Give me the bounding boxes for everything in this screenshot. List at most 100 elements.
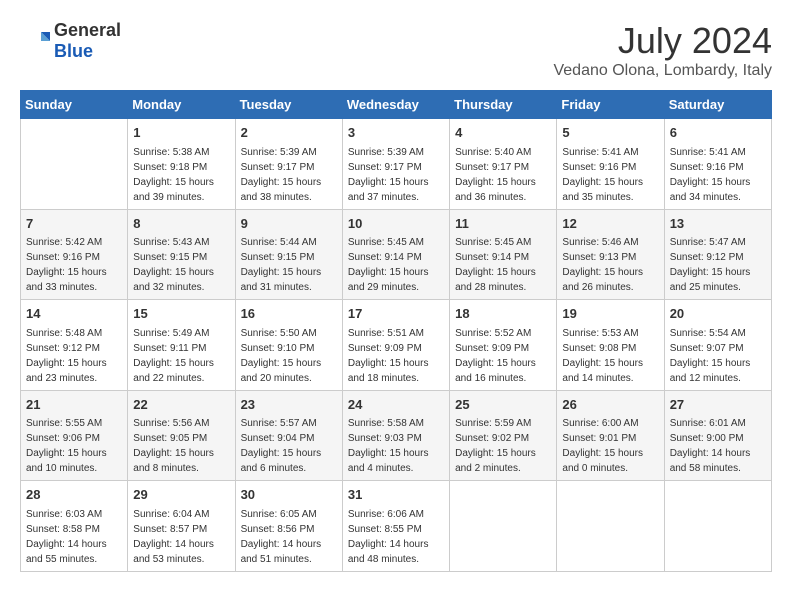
calendar-cell: 29Sunrise: 6:04 AMSunset: 8:57 PMDayligh…	[128, 481, 235, 572]
day-number: 10	[348, 214, 444, 234]
calendar-cell	[664, 481, 771, 572]
day-info: Sunrise: 5:45 AMSunset: 9:14 PMDaylight:…	[348, 235, 444, 295]
column-header-thursday: Thursday	[450, 91, 557, 119]
logo-icon	[20, 26, 50, 56]
calendar-cell: 23Sunrise: 5:57 AMSunset: 9:04 PMDayligh…	[235, 390, 342, 481]
day-info: Sunrise: 5:47 AMSunset: 9:12 PMDaylight:…	[670, 235, 766, 295]
day-info: Sunrise: 5:41 AMSunset: 9:16 PMDaylight:…	[562, 145, 658, 205]
calendar-cell: 6Sunrise: 5:41 AMSunset: 9:16 PMDaylight…	[664, 119, 771, 210]
day-info: Sunrise: 5:57 AMSunset: 9:04 PMDaylight:…	[241, 416, 337, 476]
day-info: Sunrise: 5:41 AMSunset: 9:16 PMDaylight:…	[670, 145, 766, 205]
day-info: Sunrise: 5:42 AMSunset: 9:16 PMDaylight:…	[26, 235, 122, 295]
calendar-cell: 8Sunrise: 5:43 AMSunset: 9:15 PMDaylight…	[128, 209, 235, 300]
calendar-table: SundayMondayTuesdayWednesdayThursdayFrid…	[20, 90, 772, 572]
day-number: 9	[241, 214, 337, 234]
day-info: Sunrise: 5:44 AMSunset: 9:15 PMDaylight:…	[241, 235, 337, 295]
calendar-week-row: 7Sunrise: 5:42 AMSunset: 9:16 PMDaylight…	[21, 209, 772, 300]
day-info: Sunrise: 5:49 AMSunset: 9:11 PMDaylight:…	[133, 326, 229, 386]
calendar-cell: 7Sunrise: 5:42 AMSunset: 9:16 PMDaylight…	[21, 209, 128, 300]
day-number: 12	[562, 214, 658, 234]
day-info: Sunrise: 5:54 AMSunset: 9:07 PMDaylight:…	[670, 326, 766, 386]
month-year-title: July 2024	[553, 20, 772, 62]
calendar-cell: 25Sunrise: 5:59 AMSunset: 9:02 PMDayligh…	[450, 390, 557, 481]
day-info: Sunrise: 5:39 AMSunset: 9:17 PMDaylight:…	[348, 145, 444, 205]
calendar-cell: 4Sunrise: 5:40 AMSunset: 9:17 PMDaylight…	[450, 119, 557, 210]
day-info: Sunrise: 6:06 AMSunset: 8:55 PMDaylight:…	[348, 507, 444, 567]
day-info: Sunrise: 5:53 AMSunset: 9:08 PMDaylight:…	[562, 326, 658, 386]
day-info: Sunrise: 5:46 AMSunset: 9:13 PMDaylight:…	[562, 235, 658, 295]
calendar-cell: 12Sunrise: 5:46 AMSunset: 9:13 PMDayligh…	[557, 209, 664, 300]
day-number: 5	[562, 123, 658, 143]
calendar-header-row: SundayMondayTuesdayWednesdayThursdayFrid…	[21, 91, 772, 119]
logo-blue-text: Blue	[54, 41, 93, 61]
calendar-cell: 11Sunrise: 5:45 AMSunset: 9:14 PMDayligh…	[450, 209, 557, 300]
calendar-cell: 10Sunrise: 5:45 AMSunset: 9:14 PMDayligh…	[342, 209, 449, 300]
day-info: Sunrise: 5:55 AMSunset: 9:06 PMDaylight:…	[26, 416, 122, 476]
calendar-cell: 16Sunrise: 5:50 AMSunset: 9:10 PMDayligh…	[235, 300, 342, 391]
day-number: 20	[670, 304, 766, 324]
day-number: 6	[670, 123, 766, 143]
day-number: 4	[455, 123, 551, 143]
logo-general-text: General	[54, 20, 121, 40]
calendar-cell: 14Sunrise: 5:48 AMSunset: 9:12 PMDayligh…	[21, 300, 128, 391]
day-info: Sunrise: 5:45 AMSunset: 9:14 PMDaylight:…	[455, 235, 551, 295]
day-number: 28	[26, 485, 122, 505]
calendar-cell: 22Sunrise: 5:56 AMSunset: 9:05 PMDayligh…	[128, 390, 235, 481]
day-info: Sunrise: 6:01 AMSunset: 9:00 PMDaylight:…	[670, 416, 766, 476]
title-area: July 2024 Vedano Olona, Lombardy, Italy	[553, 20, 772, 80]
day-number: 19	[562, 304, 658, 324]
calendar-cell: 20Sunrise: 5:54 AMSunset: 9:07 PMDayligh…	[664, 300, 771, 391]
day-info: Sunrise: 5:38 AMSunset: 9:18 PMDaylight:…	[133, 145, 229, 205]
calendar-cell: 28Sunrise: 6:03 AMSunset: 8:58 PMDayligh…	[21, 481, 128, 572]
calendar-cell: 30Sunrise: 6:05 AMSunset: 8:56 PMDayligh…	[235, 481, 342, 572]
day-info: Sunrise: 5:40 AMSunset: 9:17 PMDaylight:…	[455, 145, 551, 205]
day-number: 2	[241, 123, 337, 143]
calendar-cell: 2Sunrise: 5:39 AMSunset: 9:17 PMDaylight…	[235, 119, 342, 210]
day-info: Sunrise: 5:58 AMSunset: 9:03 PMDaylight:…	[348, 416, 444, 476]
calendar-cell: 27Sunrise: 6:01 AMSunset: 9:00 PMDayligh…	[664, 390, 771, 481]
day-number: 23	[241, 395, 337, 415]
day-number: 3	[348, 123, 444, 143]
day-number: 8	[133, 214, 229, 234]
day-number: 14	[26, 304, 122, 324]
day-number: 15	[133, 304, 229, 324]
day-number: 22	[133, 395, 229, 415]
calendar-cell: 26Sunrise: 6:00 AMSunset: 9:01 PMDayligh…	[557, 390, 664, 481]
day-number: 18	[455, 304, 551, 324]
day-info: Sunrise: 6:03 AMSunset: 8:58 PMDaylight:…	[26, 507, 122, 567]
day-info: Sunrise: 5:59 AMSunset: 9:02 PMDaylight:…	[455, 416, 551, 476]
calendar-cell: 1Sunrise: 5:38 AMSunset: 9:18 PMDaylight…	[128, 119, 235, 210]
column-header-monday: Monday	[128, 91, 235, 119]
day-number: 1	[133, 123, 229, 143]
column-header-sunday: Sunday	[21, 91, 128, 119]
day-number: 16	[241, 304, 337, 324]
calendar-cell: 9Sunrise: 5:44 AMSunset: 9:15 PMDaylight…	[235, 209, 342, 300]
day-info: Sunrise: 6:00 AMSunset: 9:01 PMDaylight:…	[562, 416, 658, 476]
calendar-cell	[450, 481, 557, 572]
calendar-cell: 3Sunrise: 5:39 AMSunset: 9:17 PMDaylight…	[342, 119, 449, 210]
day-info: Sunrise: 6:04 AMSunset: 8:57 PMDaylight:…	[133, 507, 229, 567]
day-number: 26	[562, 395, 658, 415]
logo: General Blue	[20, 20, 121, 62]
column-header-friday: Friday	[557, 91, 664, 119]
day-number: 30	[241, 485, 337, 505]
calendar-cell: 17Sunrise: 5:51 AMSunset: 9:09 PMDayligh…	[342, 300, 449, 391]
day-number: 21	[26, 395, 122, 415]
day-info: Sunrise: 5:39 AMSunset: 9:17 PMDaylight:…	[241, 145, 337, 205]
column-header-wednesday: Wednesday	[342, 91, 449, 119]
day-info: Sunrise: 5:56 AMSunset: 9:05 PMDaylight:…	[133, 416, 229, 476]
day-number: 31	[348, 485, 444, 505]
calendar-cell	[557, 481, 664, 572]
day-number: 24	[348, 395, 444, 415]
calendar-cell: 31Sunrise: 6:06 AMSunset: 8:55 PMDayligh…	[342, 481, 449, 572]
calendar-cell	[21, 119, 128, 210]
calendar-week-row: 28Sunrise: 6:03 AMSunset: 8:58 PMDayligh…	[21, 481, 772, 572]
calendar-cell: 18Sunrise: 5:52 AMSunset: 9:09 PMDayligh…	[450, 300, 557, 391]
day-info: Sunrise: 5:48 AMSunset: 9:12 PMDaylight:…	[26, 326, 122, 386]
day-number: 27	[670, 395, 766, 415]
calendar-week-row: 14Sunrise: 5:48 AMSunset: 9:12 PMDayligh…	[21, 300, 772, 391]
day-info: Sunrise: 5:51 AMSunset: 9:09 PMDaylight:…	[348, 326, 444, 386]
calendar-cell: 19Sunrise: 5:53 AMSunset: 9:08 PMDayligh…	[557, 300, 664, 391]
day-number: 11	[455, 214, 551, 234]
day-info: Sunrise: 5:50 AMSunset: 9:10 PMDaylight:…	[241, 326, 337, 386]
